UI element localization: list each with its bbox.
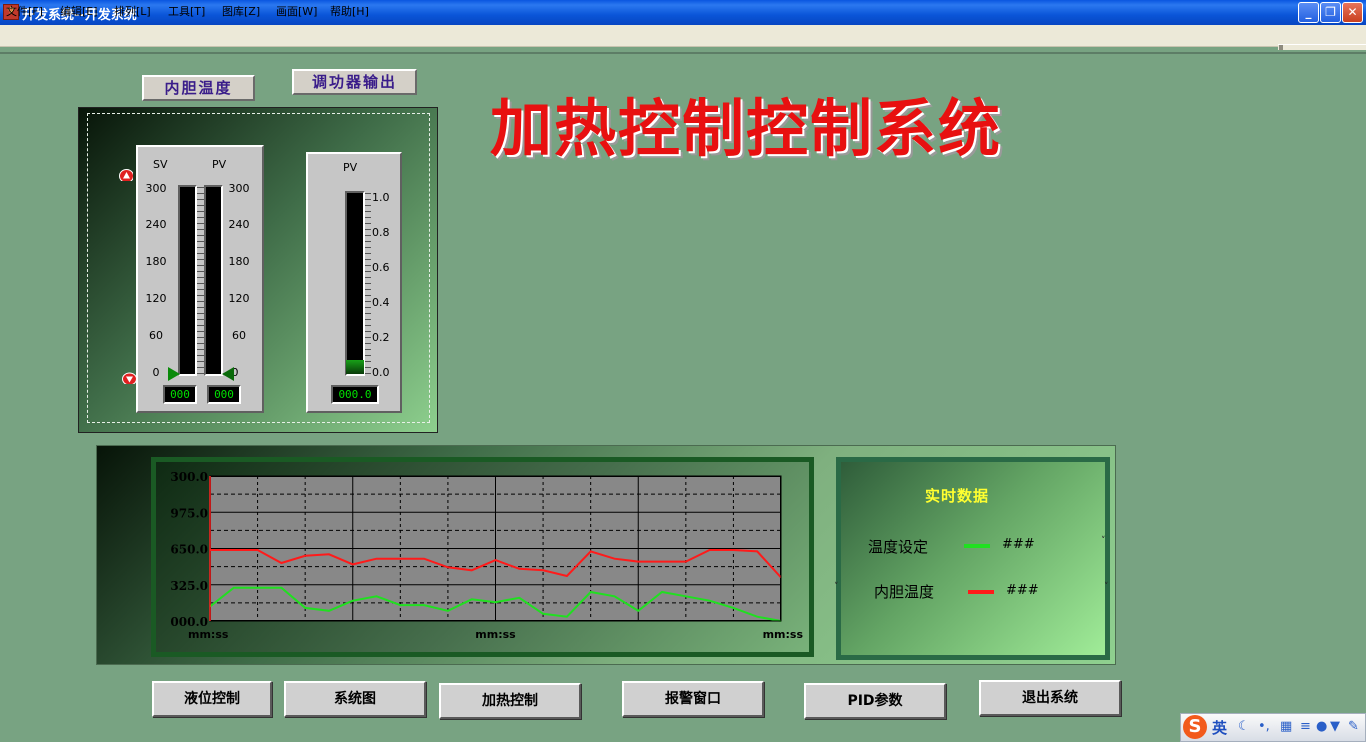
inner-temp-tab[interactable]: 内胆温度 xyxy=(142,75,255,101)
x-tick-label: mm:ss xyxy=(188,628,229,641)
sv-bar xyxy=(178,185,197,376)
panel-mark: ˅ xyxy=(1101,536,1106,546)
restore-button[interactable]: ❐ xyxy=(1320,2,1341,23)
tick-label: 180 xyxy=(145,255,167,268)
power-bar xyxy=(345,191,365,376)
y-tick-label: 300.0 xyxy=(170,470,208,484)
high-alarm-icon[interactable] xyxy=(119,169,133,181)
panel-mark: ˅ xyxy=(1104,582,1109,592)
pv-bar xyxy=(204,185,223,376)
inner-temp-legend-swatch xyxy=(968,590,994,594)
pv-readout: 000 xyxy=(207,385,241,404)
menu-screen[interactable]: 画面[W] xyxy=(276,3,317,19)
tick-label: 60 xyxy=(149,329,163,342)
pv-label: PV xyxy=(212,158,227,171)
tick-label: 0.8 xyxy=(372,226,390,239)
system-diagram-button[interactable]: 系统图 xyxy=(284,681,426,717)
minimize-button[interactable]: _ xyxy=(1298,2,1319,23)
tick-label: 60 xyxy=(232,329,246,342)
low-alarm-icon[interactable] xyxy=(122,372,136,384)
page-title: 加热控制控制系统 xyxy=(490,92,1003,165)
power-output-tab[interactable]: 调功器输出 xyxy=(292,69,417,95)
x-tick-label: mm:ss xyxy=(763,628,804,641)
punctuation-icon[interactable]: •, xyxy=(1258,719,1270,734)
sv-marker-icon[interactable] xyxy=(168,367,180,381)
tick-label: 0 xyxy=(152,366,160,379)
power-pv-label: PV xyxy=(343,161,358,174)
setpoint-value: ### xyxy=(1002,537,1035,552)
menu-bar xyxy=(0,25,1366,47)
sv-label: SV xyxy=(153,158,168,171)
keyboard-icon[interactable]: ▦ xyxy=(1280,719,1292,734)
tick-label: 120 xyxy=(145,292,167,305)
tick-scale xyxy=(197,187,204,375)
heating-control-button[interactable]: 加热控制 xyxy=(439,683,581,719)
realtime-data-title: 实时数据 xyxy=(925,487,990,505)
trend-chart: 300.0975.0650.0325.0000.0mm:ss mm:ss mm:ss xyxy=(170,470,804,641)
setpoint-legend-swatch xyxy=(964,544,990,548)
skin-icon[interactable]: ▼ xyxy=(1330,719,1340,734)
tick-label: 240 xyxy=(145,218,167,231)
menu-help[interactable]: 帮助[H] xyxy=(330,3,369,19)
half-width-icon[interactable]: ☾ xyxy=(1238,719,1250,734)
menu-gallery[interactable]: 图库[Z] xyxy=(222,3,260,19)
menu-icon[interactable]: ≡ xyxy=(1300,719,1311,734)
pid-params-button[interactable]: PID参数 xyxy=(804,683,946,719)
panel-mark: ˅ xyxy=(834,582,839,592)
y-tick-label: 000.0 xyxy=(170,615,208,629)
workspace-border xyxy=(0,52,1366,54)
y-tick-label: 325.0 xyxy=(170,579,208,593)
setpoint-label: 温度设定 xyxy=(868,538,929,556)
tick-label: 180 xyxy=(228,255,250,268)
pv-marker-icon xyxy=(222,367,234,381)
menu-edit[interactable]: 编辑[E] xyxy=(60,3,98,19)
menu-arrange[interactable]: 排列[L] xyxy=(114,3,151,19)
y-tick-label: 650.0 xyxy=(170,543,208,557)
horizontal-scrollbar[interactable] xyxy=(1278,44,1366,50)
level-control-button[interactable]: 液位控制 xyxy=(152,681,272,717)
alarm-window-button[interactable]: 报警窗口 xyxy=(622,681,764,717)
tick-label: 120 xyxy=(228,292,250,305)
inner-temp-value: ### xyxy=(1006,583,1039,598)
tick-label: 0.4 xyxy=(372,296,390,309)
power-tick-scale xyxy=(365,193,371,374)
sv-readout: 000 xyxy=(163,385,197,404)
exit-system-button[interactable]: 退出系统 xyxy=(979,680,1121,716)
tick-label: 300 xyxy=(145,182,167,195)
tick-label: 0.0 xyxy=(372,366,390,379)
settings-wrench-icon[interactable]: ✎ xyxy=(1348,719,1359,734)
user-icon[interactable]: ● xyxy=(1316,719,1327,734)
ime-language-toggle[interactable]: 英 xyxy=(1212,717,1227,738)
tick-label: 240 xyxy=(228,218,250,231)
tick-label: 300 xyxy=(228,182,250,195)
power-readout: 000.0 xyxy=(331,385,379,404)
sogou-logo-icon[interactable]: S xyxy=(1183,715,1207,739)
tick-label: 1.0 xyxy=(372,191,390,204)
menu-file[interactable]: 文件[F] xyxy=(6,3,43,19)
tick-label: 0.6 xyxy=(372,261,390,274)
scrollbar-thumb[interactable] xyxy=(1279,45,1283,50)
inner-temp-label: 内胆温度 xyxy=(874,583,935,601)
y-tick-label: 975.0 xyxy=(170,506,208,520)
close-button[interactable]: ✕ xyxy=(1342,2,1363,23)
power-bar-fill xyxy=(346,359,364,374)
x-tick-label: mm:ss xyxy=(475,628,516,641)
menu-tools[interactable]: 工具[T] xyxy=(168,3,205,19)
tick-label: 0.2 xyxy=(372,331,390,344)
